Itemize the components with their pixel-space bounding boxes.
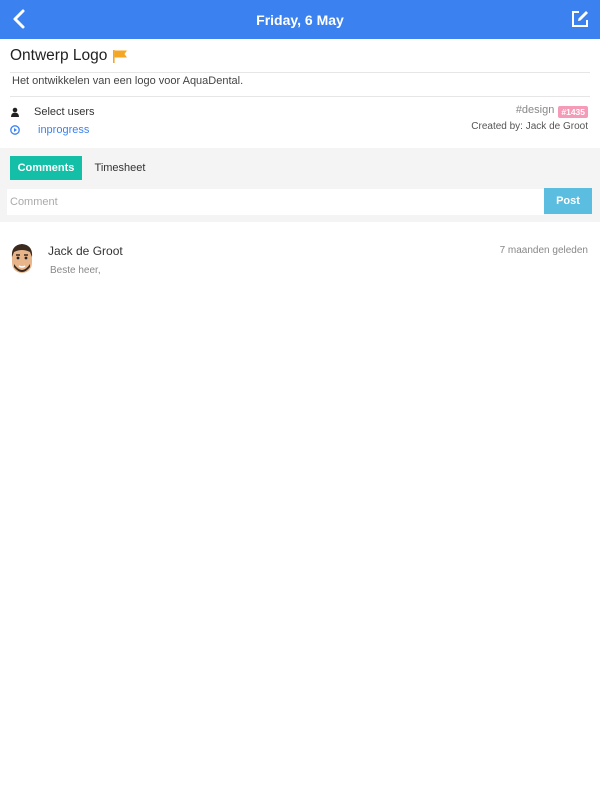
header-bar: Friday, 6 May (0, 0, 600, 39)
back-button[interactable] (8, 6, 32, 32)
play-circle-icon (10, 125, 20, 135)
comment-text: Beste heer, (50, 265, 101, 276)
task-title: Ontwerp Logo (10, 47, 129, 65)
post-button[interactable]: Post (544, 188, 592, 214)
comment-item: Jack de Groot 7 maanden geleden Beste he… (0, 240, 600, 284)
comment-author: Jack de Groot (48, 244, 123, 258)
page-title: Friday, 6 May (256, 11, 344, 28)
comment-time: 7 maanden geleden (499, 245, 588, 256)
task-title-text: Ontwerp Logo (10, 47, 108, 64)
tag-label: #design (515, 104, 555, 116)
comments-panel: Comments Timesheet (0, 148, 600, 222)
select-users-link[interactable]: Select users (34, 106, 95, 118)
edit-button[interactable] (570, 9, 590, 29)
divider (10, 96, 590, 97)
flag-icon (113, 50, 128, 63)
status-link[interactable]: inprogress (38, 124, 89, 136)
task-meta-right: #design #1435 Created by: Jack de Groot (471, 103, 588, 132)
tab-timesheet[interactable]: Timesheet (86, 156, 154, 180)
task-description: Het ontwikkelen van een logo voor AquaDe… (12, 75, 244, 87)
divider (10, 72, 590, 73)
avatar (11, 244, 33, 273)
tab-comments[interactable]: Comments (10, 156, 82, 180)
chevron-left-icon (13, 9, 25, 29)
task-id-badge: #1435 (558, 106, 588, 118)
user-icon (10, 107, 20, 117)
edit-icon (572, 11, 588, 27)
comment-input[interactable] (7, 189, 544, 215)
created-by: Created by: Jack de Groot (471, 121, 588, 132)
task-meta: Select users inprogress (10, 103, 95, 139)
